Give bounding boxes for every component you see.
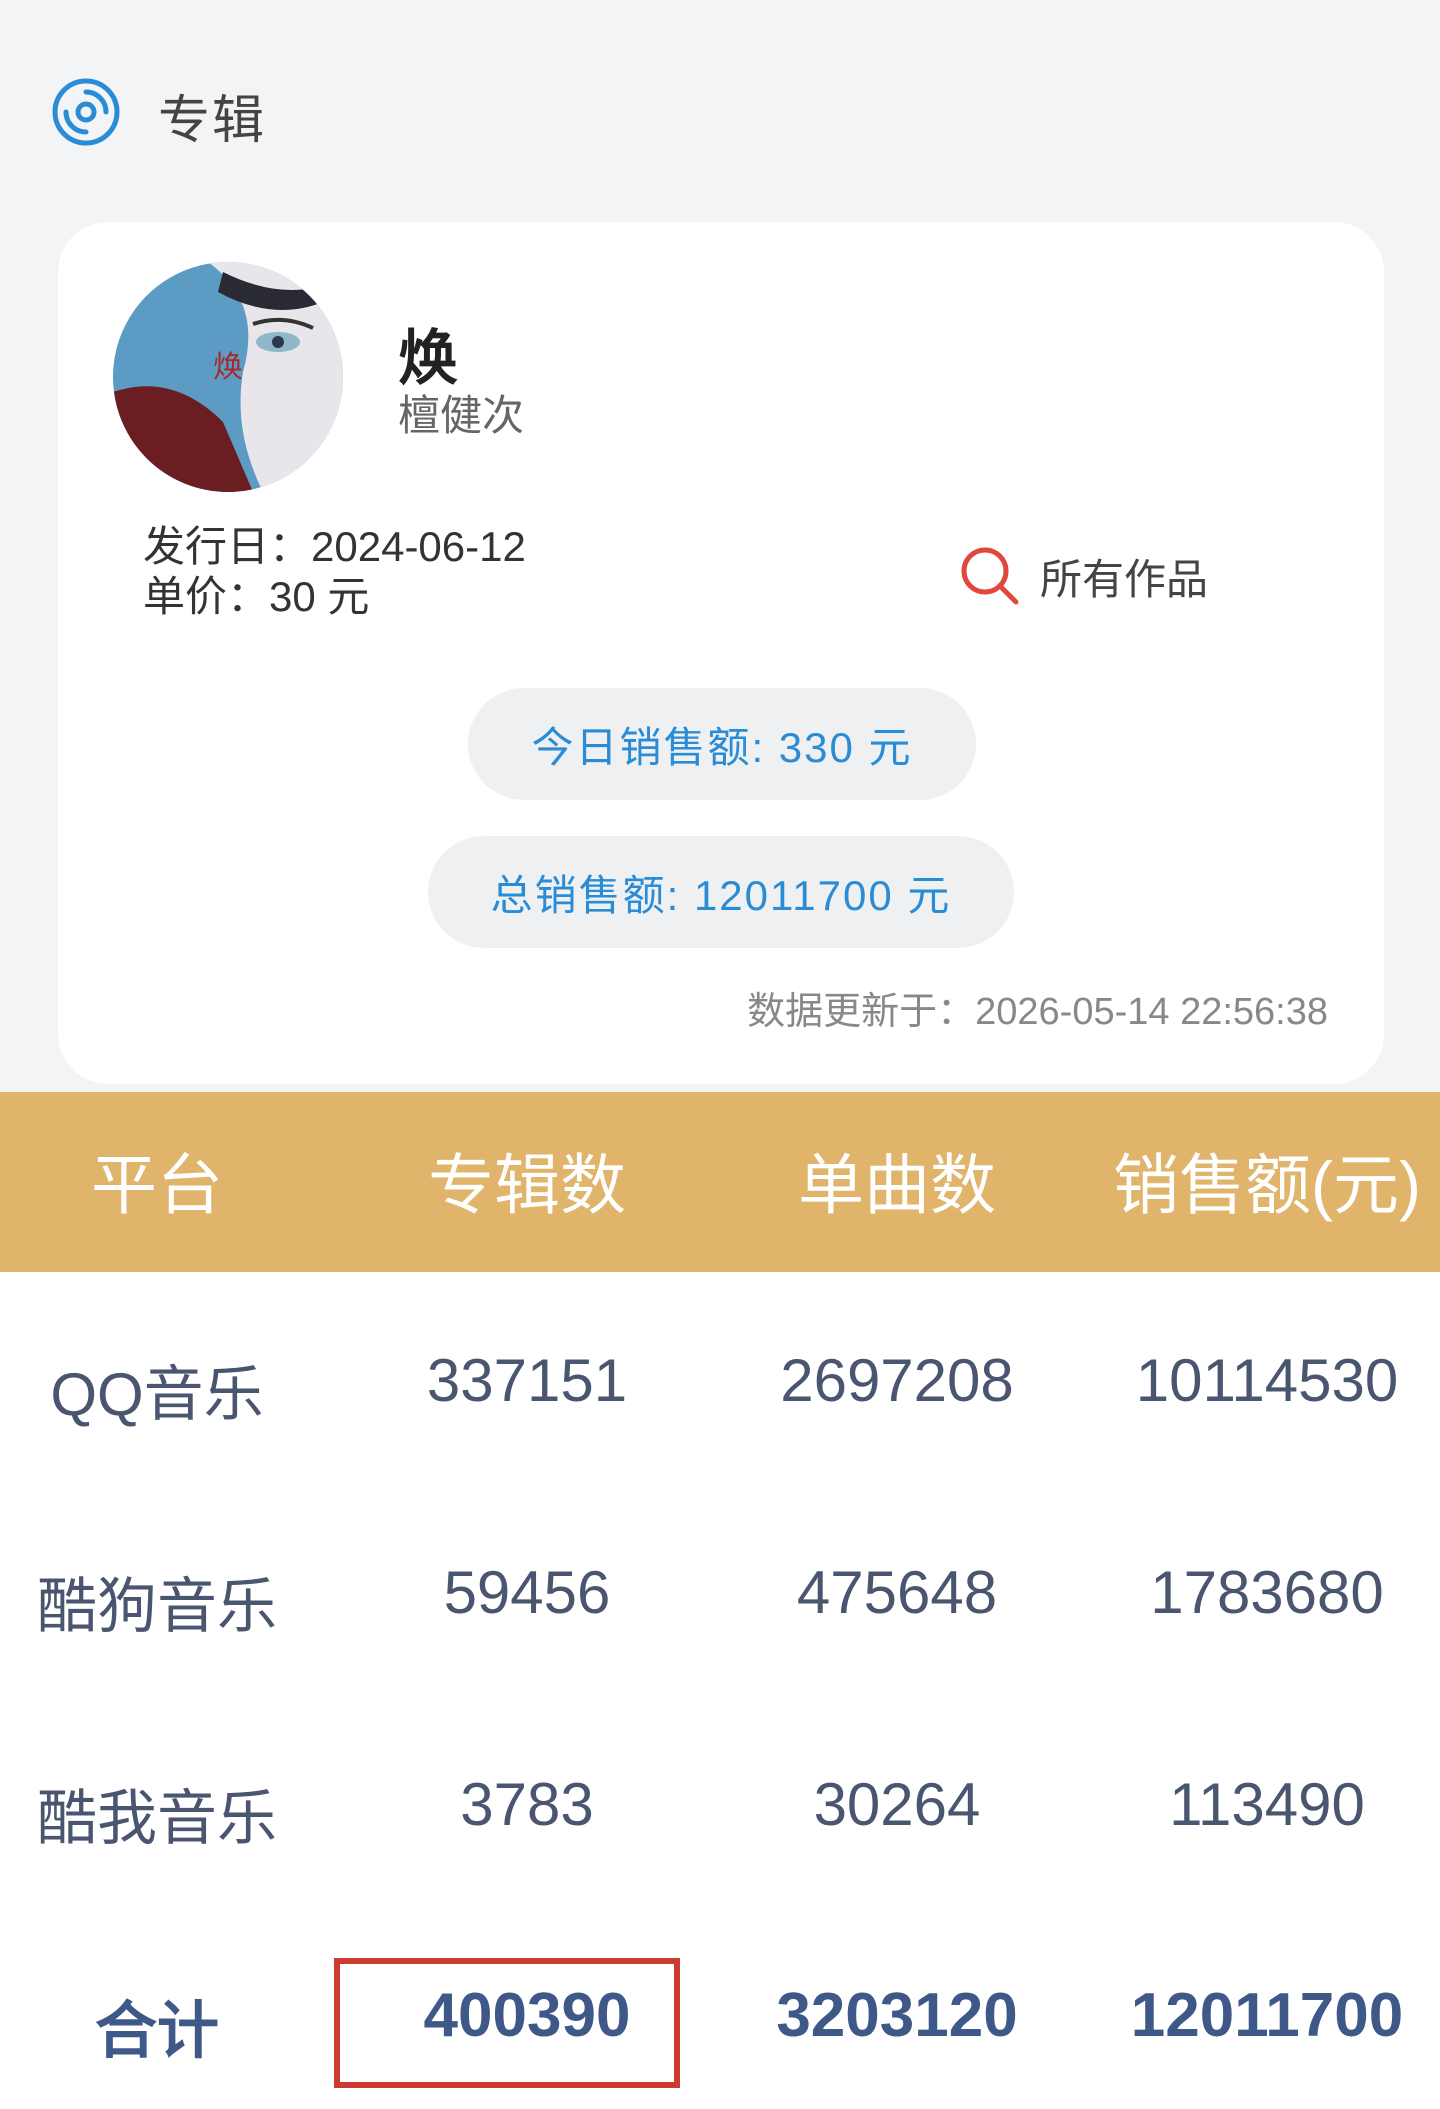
- table-cell-singles: 30264: [813, 1771, 981, 1838]
- page-header: 专辑: [0, 0, 1440, 200]
- table-cell-platform: 酷狗音乐: [37, 1573, 277, 1640]
- price-label: 单价：: [143, 573, 270, 620]
- table-cell-albums: 337151: [426, 1347, 628, 1414]
- column-header-platform: 平台: [91, 1148, 223, 1222]
- column-header-sales: 销售额(元): [1113, 1148, 1421, 1222]
- table-cell-albums: 59456: [443, 1559, 611, 1626]
- album-artist: 檀健次: [398, 392, 525, 439]
- column-header-singles: 单曲数: [798, 1148, 996, 1222]
- total-singles: 3203120: [776, 1981, 1018, 2050]
- price-value: 30 元: [269, 573, 370, 620]
- album-meta: 发行日：2024-06-12 单价：30 元: [143, 522, 526, 622]
- disc-icon: [52, 78, 120, 146]
- table-cell-sales: 1783680: [1150, 1559, 1384, 1626]
- highlight-box: [334, 1958, 680, 2088]
- album-card: 焕 焕 檀健次 发行日：2024-06-12 单价：30 元 所有作品 今日销售…: [58, 222, 1384, 1084]
- today-sales-badge: 今日销售额: 330 元: [468, 688, 976, 800]
- price-row: 单价：30 元: [143, 572, 526, 622]
- search-icon: [961, 547, 1019, 605]
- all-works-label: 所有作品: [1040, 555, 1209, 603]
- data-updated-time: 数据更新于：2026-05-14 22:56:38: [747, 991, 1328, 1033]
- release-label: 发行日：: [143, 523, 312, 570]
- all-works-button[interactable]: 所有作品: [958, 544, 1208, 608]
- page-title: 专辑: [158, 92, 267, 150]
- release-date: 2024-06-12: [311, 523, 526, 570]
- table-cell-sales: 113490: [1169, 1771, 1365, 1838]
- total-sales: 12011700: [1130, 1981, 1404, 2050]
- total-sales-badge: 总销售额: 12011700 元: [428, 836, 1014, 948]
- table-cell-singles: 2697208: [780, 1347, 1014, 1414]
- table-cell-platform: QQ音乐: [50, 1361, 264, 1428]
- album-cover[interactable]: 焕: [113, 262, 343, 492]
- table-cell-sales: 10114530: [1135, 1347, 1399, 1414]
- total-label: 合计: [94, 1997, 219, 2066]
- table-cell-platform: 酷我音乐: [37, 1785, 277, 1852]
- svg-text:焕: 焕: [213, 350, 243, 385]
- table-cell-albums: 3783: [460, 1771, 594, 1838]
- album-cover-image: 焕: [113, 262, 343, 492]
- column-header-albums: 专辑数: [428, 1148, 626, 1222]
- release-date-row: 发行日：2024-06-12: [143, 522, 526, 572]
- table-cell-singles: 475648: [796, 1559, 998, 1626]
